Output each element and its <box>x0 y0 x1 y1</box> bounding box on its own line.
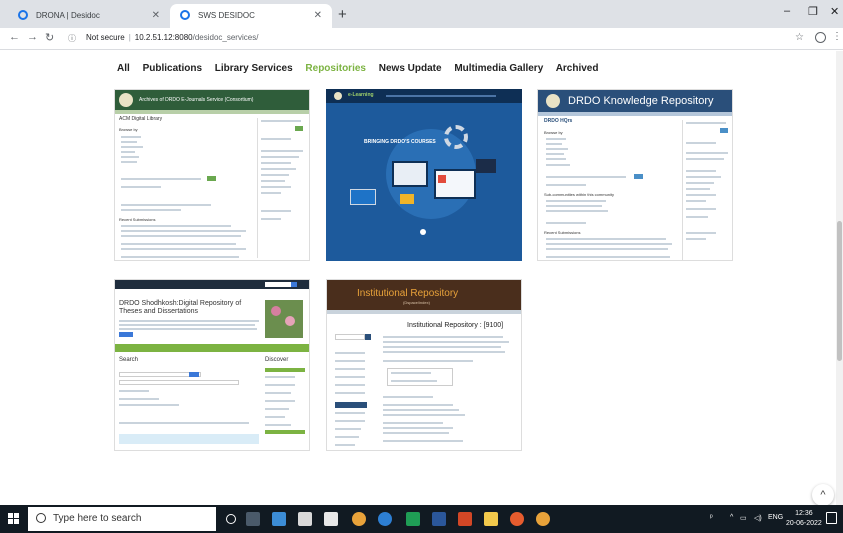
store-icon[interactable] <box>298 512 312 526</box>
powerpoint-icon[interactable] <box>458 512 472 526</box>
firefox-icon[interactable] <box>510 512 524 526</box>
clock-date: 20-06-2022 <box>786 520 822 527</box>
clock[interactable]: 12:36 20-06-2022 <box>786 509 822 529</box>
nav-repositories[interactable]: Repositories <box>305 63 366 74</box>
drdo-logo <box>546 94 560 108</box>
nav-news-update[interactable]: News Update <box>379 63 442 74</box>
card-header-title: Institutional Repository <box>357 288 459 299</box>
gear-icon <box>444 125 468 149</box>
windows-start-icon[interactable] <box>8 513 20 525</box>
card-section: Sub-communities within this community <box>544 192 615 197</box>
card-title: DRDO Shodhkosh:Digital Repository of The… <box>119 300 242 315</box>
card-section: Recent Submissions <box>544 230 581 235</box>
repo-card-knowledge[interactable]: DRDO Knowledge Repository DRDO HQrs Brow… <box>537 89 733 261</box>
task-view-icon[interactable] <box>246 512 260 526</box>
chrome-icon[interactable] <box>536 512 550 526</box>
file-explorer-icon[interactable] <box>484 512 498 526</box>
tab-title: DRONA | Desidoc <box>36 11 100 20</box>
repo-card-institutional[interactable]: Institutional Repository (Dspace/index) … <box>326 279 522 451</box>
tab-sws-desidoc[interactable]: SWS DESIDOC ✕ <box>170 4 332 28</box>
minimize-button[interactable]: – <box>784 5 790 17</box>
discover-heading: Discover <box>265 357 289 363</box>
back-to-top-button[interactable]: ^ <box>812 484 834 506</box>
card-banner-text: BRINGING DRDO'S COURSES <box>364 139 436 145</box>
card-section: Browse by <box>119 127 138 132</box>
card-section: Recent Submissions <box>119 217 156 222</box>
nav-library-services[interactable]: Library Services <box>215 63 293 74</box>
url-host: 10.2.51.12:8080 <box>134 33 193 42</box>
card-title: ACM Digital Library <box>119 116 163 122</box>
volume-icon[interactable]: ◁) <box>754 514 762 522</box>
search-placeholder: Type here to search <box>53 513 142 524</box>
nav-multimedia-gallery[interactable]: Multimedia Gallery <box>454 63 543 74</box>
search-heading: Search <box>119 357 139 363</box>
forward-icon[interactable]: → <box>27 31 38 43</box>
url-path: /desidoc_services/ <box>192 33 259 42</box>
excel-icon[interactable] <box>406 512 420 526</box>
taskbar: Type here to search ᵖ ^ ▭ ◁) ENG 12:36 2… <box>0 505 843 533</box>
notification-icon[interactable] <box>826 512 837 524</box>
tray-chevron-icon[interactable]: ^ <box>730 514 733 521</box>
taskbar-search[interactable]: Type here to search <box>28 507 216 531</box>
globe-icon <box>180 10 190 20</box>
new-tab-button[interactable]: + <box>338 6 347 23</box>
drdo-logo <box>119 93 133 107</box>
reload-icon[interactable]: ↻ <box>45 31 54 44</box>
repo-card-elearning[interactable]: e-Learning BRINGING DRDO'S COURSES <box>326 89 522 261</box>
card-title: DRDO HQrs <box>544 118 573 124</box>
mail-icon[interactable] <box>324 512 338 526</box>
card-header-title: DRDO Knowledge Repository <box>568 95 714 107</box>
edge-icon[interactable] <box>378 512 392 526</box>
clock-time: 12:36 <box>795 510 813 517</box>
card-header-title: Archives of DRDO E-Journals Service (Con… <box>139 97 254 103</box>
globe-icon <box>18 10 28 20</box>
category-nav: All Publications Library Services Reposi… <box>117 63 608 74</box>
tab-strip: DRONA | Desidoc ✕ SWS DESIDOC ✕ + – ❐ ✕ <box>0 0 843 28</box>
info-icon[interactable]: ⓘ <box>68 33 76 44</box>
repo-card-shodhkosh[interactable]: DRDO Shodhkosh:Digital Repository of The… <box>114 279 310 451</box>
photos-icon[interactable] <box>272 512 286 526</box>
scroll-thumb[interactable] <box>837 221 842 361</box>
people-icon[interactable]: ᵖ <box>710 514 713 521</box>
scrollbar[interactable] <box>836 51 843 505</box>
address-bar: ← → ↻ ⓘ Not secure | 10.2.51.12:8080/desid… <box>0 28 843 50</box>
nav-archived[interactable]: Archived <box>556 63 599 74</box>
nav-all[interactable]: All <box>117 63 130 74</box>
profile-icon[interactable] <box>815 32 826 43</box>
monitor-icon <box>434 169 476 199</box>
network-icon[interactable]: ▭ <box>740 514 747 522</box>
chrome-icon[interactable] <box>352 512 366 526</box>
card-title: Institutional Repository : [9100] <box>407 322 504 329</box>
bookmark-star-icon[interactable]: ☆ <box>795 32 804 43</box>
security-label: Not secure <box>86 33 125 42</box>
nav-publications[interactable]: Publications <box>143 63 202 74</box>
microphone-icon[interactable] <box>226 514 236 524</box>
back-icon[interactable]: ← <box>9 31 20 43</box>
close-window-button[interactable]: ✕ <box>830 5 839 18</box>
tab-title: SWS DESIDOC <box>198 11 255 20</box>
card-brand: e-Learning <box>348 92 374 98</box>
drdo-logo <box>334 92 342 100</box>
search-icon <box>36 513 46 523</box>
language-indicator[interactable]: ENG <box>768 514 783 521</box>
repo-card-ejournals[interactable]: Archives of DRDO E-Journals Service (Con… <box>114 89 310 261</box>
menu-icon[interactable]: ⋮ <box>832 31 842 42</box>
close-icon[interactable]: ✕ <box>152 10 160 21</box>
flowers-image <box>265 300 303 338</box>
tab-drona[interactable]: DRONA | Desidoc ✕ <box>8 4 170 28</box>
word-icon[interactable] <box>432 512 446 526</box>
card-section: Browse by <box>544 130 563 135</box>
maximize-button[interactable]: ❐ <box>808 5 818 18</box>
graduation-cap-icon <box>476 159 496 173</box>
close-icon[interactable]: ✕ <box>314 10 322 21</box>
card-subheader: (Dspace/index) <box>403 300 430 305</box>
url-field[interactable]: Not secure | 10.2.51.12:8080/desidoc_servi… <box>86 33 258 42</box>
